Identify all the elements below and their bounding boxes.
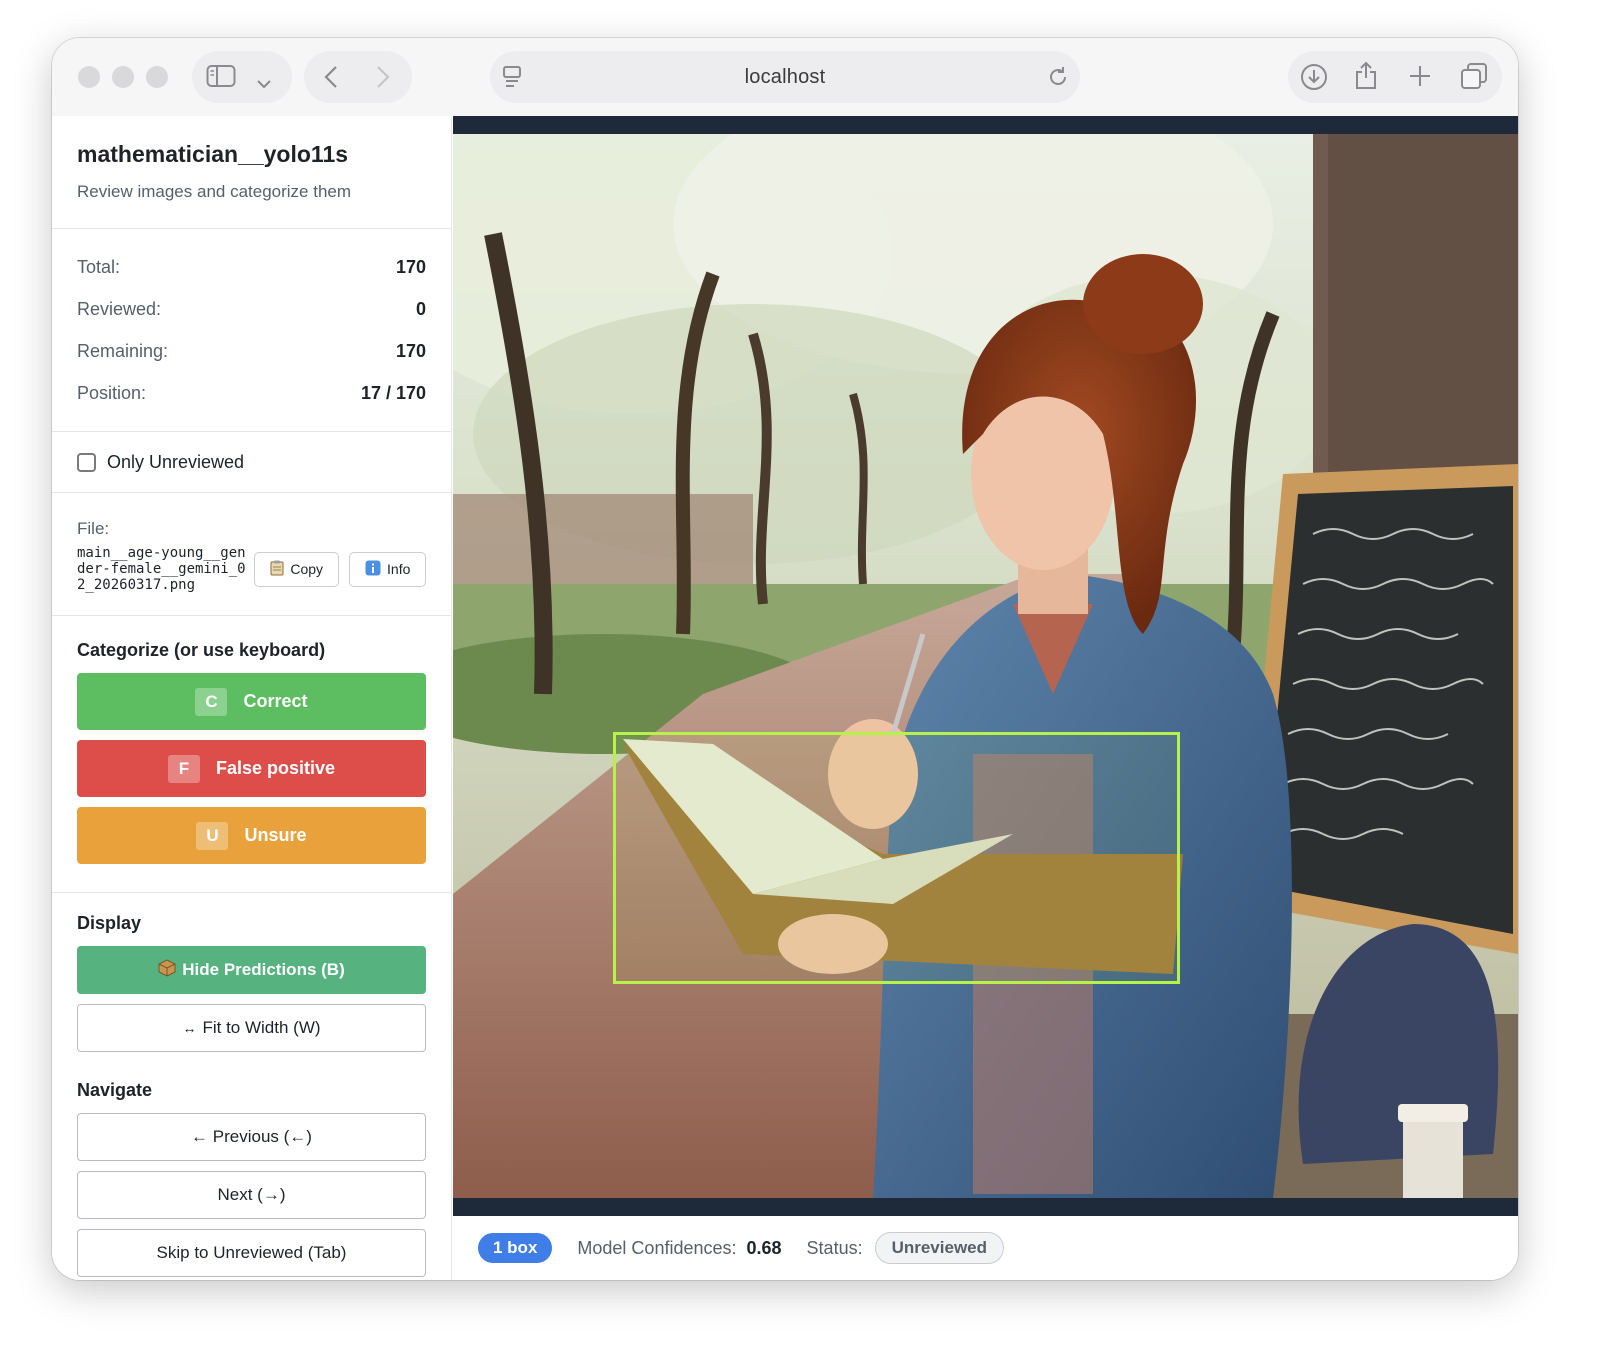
hide-predictions-label: Hide Predictions (B) [182, 960, 345, 979]
stat-label: Total: [77, 256, 121, 277]
only-unreviewed-toggle[interactable]: Only Unreviewed [77, 432, 426, 492]
page-subtitle: Review images and categorize them [77, 182, 352, 201]
browser-window: localhost mathematician__yolo11s Review … [52, 38, 1518, 1280]
categorize-section: Categorize (or use keyboard) C Correct F… [52, 616, 451, 893]
next-label: Next (→) [217, 1185, 286, 1204]
stat-total: Total: 170 [77, 246, 426, 288]
new-tab-icon[interactable] [1408, 64, 1432, 93]
sidebar-toggle-icon[interactable] [206, 64, 236, 93]
previous-label: ← Previous (←) [191, 1127, 312, 1146]
browser-toolbar: localhost [52, 38, 1518, 116]
file-row: main__age-young__gender-female__gemini_0… [77, 545, 426, 615]
status-bar: 1 box Model Confidences: 0.68 Status: Un… [453, 1216, 1518, 1280]
stat-remaining: Remaining: 170 [77, 330, 426, 372]
unsure-button[interactable]: U Unsure [77, 807, 426, 864]
clipboard-icon [270, 560, 284, 579]
info-label: Info [387, 561, 411, 577]
main-panel: 1 box Model Confidences: 0.68 Status: Un… [453, 116, 1518, 1280]
stat-value: 0 [415, 298, 426, 319]
previous-button[interactable]: ← Previous (←) [77, 1113, 426, 1161]
stat-label: Reviewed: [77, 298, 162, 319]
left-right-arrow-icon: ↔ [182, 1020, 197, 1036]
copy-label: Copy [290, 561, 324, 577]
chevron-down-icon[interactable] [257, 70, 271, 94]
fit-to-width-label: Fit to Width (W) [202, 1018, 321, 1037]
header-section: mathematician__yolo11s Review images and… [52, 116, 451, 229]
box-count-badge: 1 box [478, 1233, 553, 1263]
correct-button[interactable]: C Correct [77, 673, 426, 730]
stats-section: Total: 170 Reviewed: 0 Remaining: 170 Po… [52, 229, 451, 432]
sidebar: mathematician__yolo11s Review images and… [52, 116, 452, 1280]
keyboard-shortcut-badge: F [167, 754, 200, 783]
file-label: File: [77, 519, 110, 538]
info-button[interactable]: Info [349, 551, 426, 587]
zoom-window-button[interactable] [146, 66, 168, 88]
tab-overview-icon[interactable] [1460, 62, 1488, 95]
only-unreviewed-checkbox[interactable] [77, 452, 96, 472]
copy-button[interactable]: Copy [253, 551, 340, 587]
false-positive-button[interactable]: F False positive [77, 740, 426, 797]
stat-value: 17 / 170 [360, 382, 426, 403]
keyboard-shortcut-badge: C [195, 687, 228, 716]
image-viewer[interactable] [453, 116, 1518, 1216]
confidence-label: Model Confidences: [577, 1237, 737, 1258]
correct-label: Correct [243, 691, 308, 711]
minimize-window-button[interactable] [112, 66, 134, 88]
info-icon [365, 560, 381, 579]
next-button[interactable]: Next (→) [77, 1171, 426, 1219]
stat-value: 170 [395, 256, 426, 277]
false-positive-label: False positive [215, 758, 336, 778]
skip-to-unreviewed-button[interactable]: Skip to Unreviewed (Tab) [77, 1229, 426, 1277]
page-title: mathematician__yolo11s [77, 141, 349, 167]
address-bar[interactable]: localhost [490, 51, 1080, 103]
fit-to-width-button[interactable]: ↔ Fit to Width (W) [77, 1004, 426, 1052]
navigate-heading: Navigate [77, 1080, 153, 1100]
stat-position: Position: 17 / 170 [77, 372, 426, 414]
stat-reviewed: Reviewed: 0 [77, 288, 426, 330]
unsure-label: Unsure [244, 825, 307, 845]
hide-predictions-button[interactable]: Hide Predictions (B) [77, 946, 426, 994]
history-nav-group [304, 51, 412, 103]
display-section: Display Hide Predictions (B) ↔ Fit to Wi… [52, 893, 451, 1277]
file-name: main__age-young__gender-female__gemini_0… [77, 545, 246, 593]
stat-label: Position: [77, 382, 147, 403]
stat-label: Remaining: [77, 340, 169, 361]
status-label: Status: [806, 1237, 863, 1258]
skip-label: Skip to Unreviewed (Tab) [156, 1243, 347, 1262]
status-badge: Unreviewed [874, 1232, 1005, 1264]
keyboard-shortcut-badge: U [196, 821, 229, 850]
back-icon[interactable] [324, 65, 338, 94]
reload-icon[interactable] [1047, 66, 1069, 93]
categorize-heading: Categorize (or use keyboard) [77, 640, 326, 660]
package-icon [158, 958, 176, 982]
prediction-bounding-box[interactable] [613, 732, 1180, 984]
share-icon[interactable] [1354, 60, 1378, 95]
stat-value: 170 [395, 340, 426, 361]
only-unreviewed-label: Only Unreviewed [107, 451, 245, 472]
download-icon[interactable] [1300, 63, 1328, 96]
confidence-value: 0.68 [746, 1237, 782, 1258]
file-section: File: main__age-young__gender-female__ge… [52, 493, 451, 616]
review-image [453, 134, 1518, 1198]
close-window-button[interactable] [78, 66, 100, 88]
url-text: localhost [744, 66, 826, 88]
forward-icon[interactable] [376, 65, 390, 94]
display-heading: Display [77, 913, 142, 933]
filter-section: Only Unreviewed [52, 432, 451, 493]
